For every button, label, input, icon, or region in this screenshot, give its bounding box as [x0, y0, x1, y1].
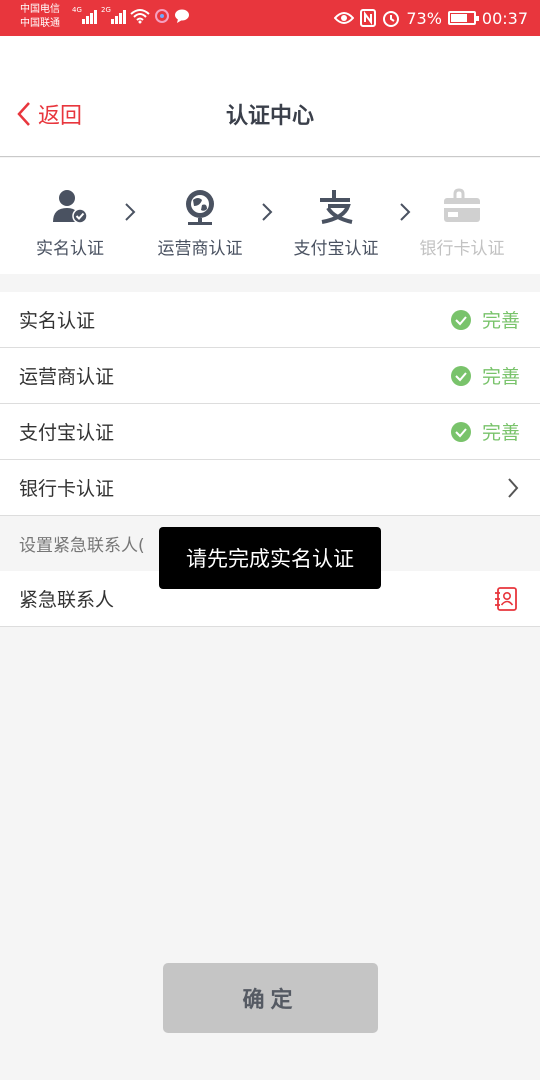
app-notification-icon	[155, 9, 169, 23]
emergency-contact-label: 紧急联系人	[19, 589, 115, 611]
page-title: 认证中心	[225, 104, 314, 129]
list-item-bank-card[interactable]: 银行卡认证	[0, 460, 540, 516]
bank-card-icon	[444, 188, 480, 222]
step-arrow-icon	[125, 203, 136, 221]
step-arrow-icon	[262, 203, 273, 221]
chevron-right-icon	[508, 477, 519, 498]
status-left-icons: 4G 2G	[72, 6, 190, 24]
sim2-network-tag: 2G	[101, 6, 111, 14]
alipay-icon	[320, 190, 353, 224]
status-bar: 中国电信 中国联通 4G 2G 73% 00:37	[0, 0, 540, 36]
eye-icon	[334, 12, 355, 24]
step-alipay[interactable]: 支付宝认证	[276, 188, 396, 259]
clock-time: 00:37	[481, 8, 528, 28]
contact-book-icon[interactable]	[494, 586, 518, 612]
status-text: 完善	[481, 366, 520, 388]
carrier-2: 中国联通	[20, 18, 60, 29]
verification-list: 实名认证 完善 运营商认证 完善 支付宝认证 完善 银行卡认证	[0, 292, 540, 516]
verification-steps: 实名认证 运营商认证 支付宝认证 银行卡认证	[0, 158, 540, 274]
toast-message: 请先完成实名认证	[159, 527, 381, 589]
wifi-icon	[130, 9, 150, 24]
list-item-label: 支付宝认证	[19, 422, 115, 444]
status-text: 完善	[481, 422, 520, 444]
status-right-icons: 73% 00:37	[334, 0, 528, 36]
check-circle-icon	[450, 309, 471, 330]
list-item-label: 银行卡认证	[19, 478, 115, 500]
user-check-icon	[53, 190, 88, 224]
list-item-carrier[interactable]: 运营商认证 完善	[0, 348, 540, 404]
check-circle-icon	[450, 421, 471, 442]
battery-percent: 73%	[406, 8, 442, 28]
status-text: 完善	[481, 310, 520, 332]
list-item-alipay[interactable]: 支付宝认证 完善	[0, 404, 540, 460]
step-carrier[interactable]: 运营商认证	[140, 188, 260, 259]
alarm-icon	[383, 11, 400, 27]
check-circle-icon	[450, 365, 471, 386]
status-complete: 完善	[450, 418, 520, 445]
battery-icon	[447, 11, 479, 25]
nfc-icon	[360, 9, 377, 27]
list-item-label: 实名认证	[19, 310, 96, 332]
carrier-names: 中国电信 中国联通	[20, 3, 60, 31]
nav-header: 返回 认证中心	[0, 36, 540, 157]
signal-sim2-icon: 2G	[101, 6, 126, 24]
step-label: 运营商认证	[157, 239, 243, 259]
step-bank-card[interactable]: 银行卡认证	[402, 188, 522, 259]
status-complete: 完善	[450, 362, 520, 389]
confirm-button[interactable]: 确定	[163, 963, 378, 1033]
step-label: 银行卡认证	[419, 239, 505, 259]
message-icon	[175, 9, 189, 23]
carrier-1: 中国电信	[20, 4, 60, 15]
step-real-name[interactable]: 实名认证	[10, 188, 130, 259]
step-label: 实名认证	[36, 239, 104, 259]
list-item-real-name[interactable]: 实名认证 完善	[0, 292, 540, 348]
sim1-network-tag: 4G	[72, 6, 82, 14]
step-label: 支付宝认证	[293, 239, 379, 259]
signal-sim1-icon: 4G	[72, 6, 97, 24]
list-item-label: 运营商认证	[19, 366, 115, 388]
status-complete: 完善	[450, 306, 520, 333]
globe-carrier-icon	[186, 190, 214, 225]
